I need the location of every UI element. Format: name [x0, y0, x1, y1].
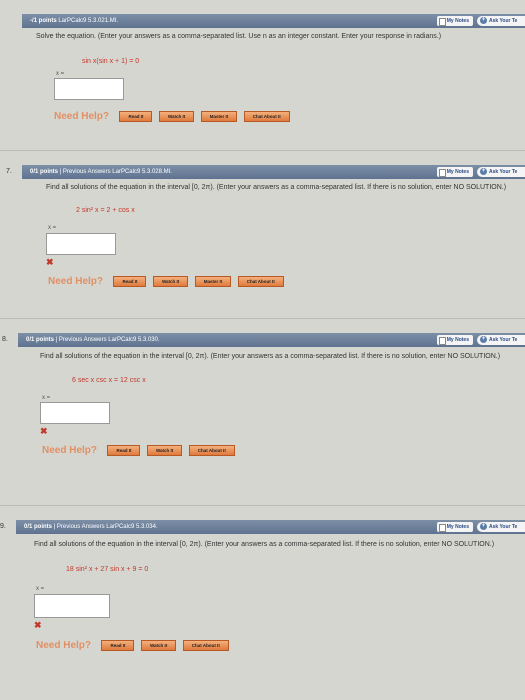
- ask-your-teacher-button[interactable]: Ask Your Te: [477, 16, 525, 26]
- problem-number: 9.: [0, 523, 6, 530]
- answer-input[interactable]: [40, 402, 110, 424]
- problem-instructions: Find all solutions of the equation in th…: [34, 541, 495, 548]
- chat-about-it-button[interactable]: Chat About It: [237, 276, 284, 288]
- problem-meta: -/1 points LarPCalc9 5.3.021.MI.: [30, 14, 118, 28]
- answer-label: x =: [48, 225, 57, 231]
- problem-header: 9. 0/1 points | Previous Answers LarPCal…: [0, 520, 525, 534]
- watch-it-button[interactable]: Watch It: [140, 640, 177, 652]
- incorrect-icon: ✖: [46, 257, 54, 267]
- my-notes-button[interactable]: My Notes: [436, 167, 473, 177]
- answer-input[interactable]: [34, 594, 110, 618]
- need-help-label: Need Help?: [54, 111, 110, 123]
- answer-input[interactable]: [46, 233, 116, 255]
- problem-source: | Previous Answers LarPCalc9 5.3.028.MI.: [59, 169, 172, 175]
- problem-8: 8. 0/1 points | Previous Answers LarPCal…: [0, 333, 525, 493]
- points-label: -/1 points: [30, 18, 57, 24]
- problem-meta: 0/1 points | Previous Answers LarPCalc9 …: [30, 165, 172, 179]
- equation: sin x(sin x + 1) = 0: [82, 58, 140, 65]
- points-label: 0/1 points: [24, 524, 53, 530]
- read-it-button[interactable]: Read It: [119, 111, 153, 123]
- problem-number: 7.: [6, 168, 12, 175]
- problem-7: 7. 0/1 points | Previous Answers LarPCal…: [0, 165, 525, 325]
- chat-about-it-button[interactable]: Chat About It: [243, 111, 290, 123]
- chat-about-it-button[interactable]: Chat About It: [188, 445, 235, 457]
- problem-source: | Previous Answers LarPCalc9 5.3.030.: [55, 337, 160, 343]
- points-label: 0/1 points: [26, 337, 55, 343]
- problem-header: 8. 0/1 points | Previous Answers LarPCal…: [2, 333, 525, 347]
- problem-meta: 0/1 points | Previous Answers LarPCalc9 …: [24, 520, 158, 534]
- my-notes-button[interactable]: My Notes: [436, 522, 473, 532]
- need-help-row: Need Help? Read It Watch It Chat About I…: [42, 442, 237, 457]
- answer-label: x =: [42, 395, 51, 401]
- equation: 18 sin² x + 27 sin x + 9 = 0: [66, 566, 149, 573]
- read-it-button[interactable]: Read It: [107, 445, 141, 457]
- problem-9: 9. 0/1 points | Previous Answers LarPCal…: [0, 520, 525, 700]
- answer-label: x =: [36, 586, 45, 592]
- incorrect-icon: ✖: [34, 620, 42, 630]
- ask-your-teacher-button[interactable]: Ask Your Te: [477, 335, 525, 345]
- read-it-button[interactable]: Read It: [101, 640, 135, 652]
- need-help-row: Need Help? Read It Watch It Master It Ch…: [48, 273, 286, 288]
- problem-number: 8.: [2, 336, 8, 343]
- points-label: 0/1 points: [30, 169, 59, 175]
- equation: 6 sec x csc x = 12 csc x: [72, 377, 146, 384]
- master-it-button[interactable]: Master It: [200, 111, 238, 123]
- need-help-label: Need Help?: [36, 640, 92, 652]
- watch-it-button[interactable]: Watch It: [158, 111, 195, 123]
- problem-instructions: Solve the equation. (Enter your answers …: [36, 33, 442, 40]
- divider: [0, 150, 525, 151]
- problem-meta: 0/1 points | Previous Answers LarPCalc9 …: [26, 333, 160, 347]
- problem-header: 7. 0/1 points | Previous Answers LarPCal…: [6, 165, 525, 179]
- divider: [0, 505, 525, 506]
- watch-it-button[interactable]: Watch It: [152, 276, 189, 288]
- read-it-button[interactable]: Read It: [113, 276, 147, 288]
- my-notes-button[interactable]: My Notes: [436, 335, 473, 345]
- problem-instructions: Find all solutions of the equation in th…: [40, 353, 501, 360]
- ask-your-teacher-button[interactable]: Ask Your Te: [477, 167, 525, 177]
- master-it-button[interactable]: Master It: [194, 276, 232, 288]
- problem-6: -/1 points LarPCalc9 5.3.021.MI. My Note…: [0, 0, 525, 150]
- incorrect-icon: ✖: [40, 426, 48, 436]
- need-help-row: Need Help? Read It Watch It Master It Ch…: [54, 108, 292, 123]
- answer-label: x =: [56, 71, 65, 77]
- need-help-row: Need Help? Read It Watch It Chat About I…: [36, 637, 231, 652]
- equation: 2 sin² x = 2 + cos x: [76, 207, 135, 214]
- answer-input[interactable]: [54, 78, 124, 100]
- problem-source: LarPCalc9 5.3.021.MI.: [58, 18, 119, 24]
- my-notes-button[interactable]: My Notes: [436, 16, 473, 26]
- problem-header: -/1 points LarPCalc9 5.3.021.MI. My Note…: [22, 14, 525, 28]
- ask-your-teacher-button[interactable]: Ask Your Te: [477, 522, 525, 532]
- need-help-label: Need Help?: [48, 276, 104, 288]
- chat-about-it-button[interactable]: Chat About It: [182, 640, 229, 652]
- problem-instructions: Find all solutions of the equation in th…: [46, 184, 507, 191]
- watch-it-button[interactable]: Watch It: [146, 445, 183, 457]
- problem-source: | Previous Answers LarPCalc9 5.3.034.: [53, 524, 158, 530]
- need-help-label: Need Help?: [42, 445, 98, 457]
- divider: [0, 318, 525, 319]
